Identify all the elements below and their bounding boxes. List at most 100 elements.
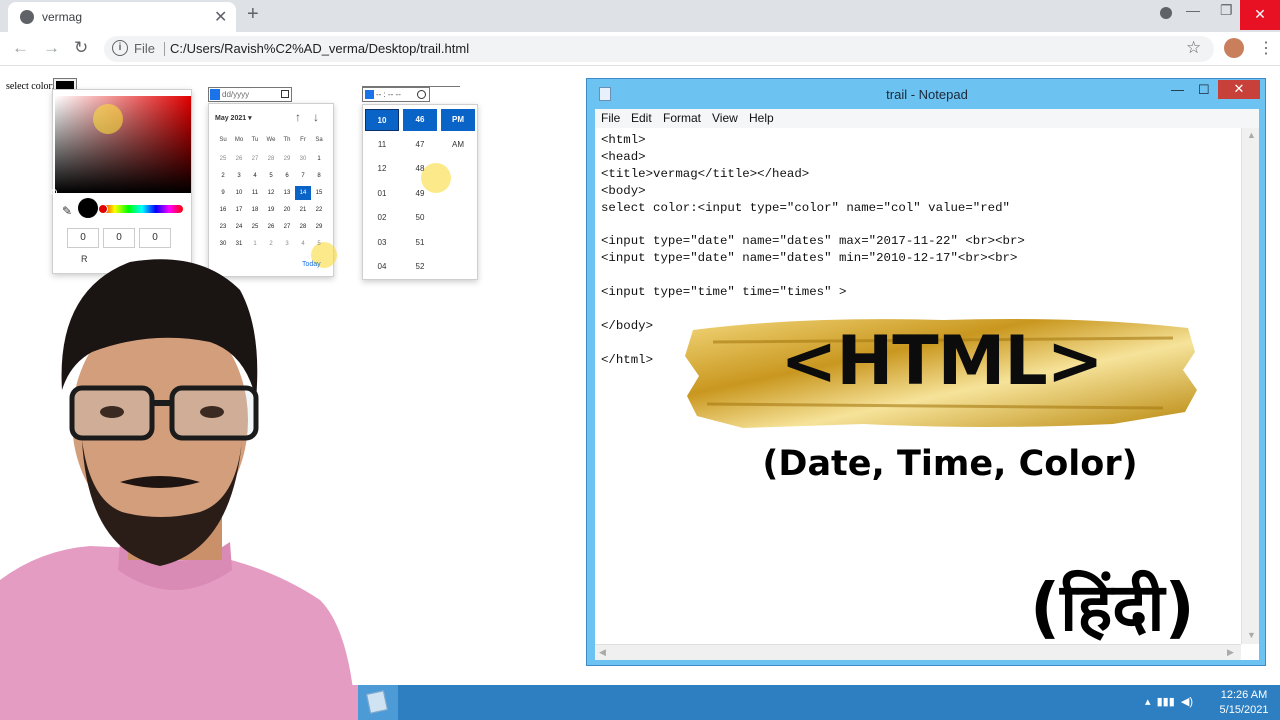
minute-option[interactable]: 49	[403, 183, 437, 205]
calendar-day[interactable]: 6	[279, 169, 295, 183]
hour-option[interactable]: 02	[365, 207, 399, 229]
minute-option[interactable]: 52	[403, 256, 437, 278]
scroll-left-icon[interactable]: ◀	[599, 647, 606, 658]
hour-option[interactable]: 03	[365, 232, 399, 254]
blue-value-field[interactable]: 0	[139, 228, 171, 248]
red-value-field[interactable]: 0	[67, 228, 99, 248]
calendar-day[interactable]: 21	[295, 203, 311, 217]
minimize-icon[interactable]: —	[1171, 82, 1184, 97]
hour-option[interactable]: 10	[365, 109, 399, 131]
calendar-icon[interactable]	[281, 90, 289, 98]
menu-file[interactable]: File	[601, 111, 620, 125]
calendar-day[interactable]: 19	[263, 203, 279, 217]
calendar-day[interactable]: 31	[231, 237, 247, 251]
restore-icon[interactable]: ❐	[1220, 2, 1233, 19]
calendar-day[interactable]: 1	[311, 152, 327, 166]
calendar-day[interactable]: 18	[247, 203, 263, 217]
close-icon[interactable]: ✕	[214, 7, 227, 27]
window-close-button[interactable]: ✕	[1240, 0, 1280, 30]
calendar-day[interactable]: 15	[311, 186, 327, 200]
hue-slider[interactable]	[101, 205, 183, 213]
minute-option[interactable]: 51	[403, 232, 437, 254]
calendar-day[interactable]: 10	[231, 186, 247, 200]
calendar-day[interactable]: 30	[295, 152, 311, 166]
month-selector[interactable]: May 2021 ▾	[215, 114, 252, 122]
avatar[interactable]	[1224, 38, 1244, 58]
calendar-day[interactable]: 27	[247, 152, 263, 166]
scroll-right-icon[interactable]: ▶	[1227, 647, 1234, 658]
calendar-day[interactable]: 5	[311, 237, 327, 251]
vertical-scrollbar[interactable]: ▲ ▼	[1241, 128, 1259, 644]
hour-option[interactable]: 12	[365, 158, 399, 180]
minimize-icon[interactable]: —	[1186, 2, 1200, 18]
info-icon[interactable]: i	[112, 40, 128, 56]
calendar-day[interactable]: 3	[279, 237, 295, 251]
minute-option[interactable]: 50	[403, 207, 437, 229]
menu-format[interactable]: Format	[663, 111, 701, 125]
arrow-down-icon[interactable]: ↓	[313, 110, 319, 124]
calendar-day[interactable]: 1	[247, 237, 263, 251]
calendar-day[interactable]: 20	[279, 203, 295, 217]
calendar-day[interactable]: 29	[279, 152, 295, 166]
star-icon[interactable]: ☆	[1186, 38, 1201, 58]
hour-option[interactable]: 04	[365, 256, 399, 278]
calendar-day[interactable]: 26	[231, 152, 247, 166]
calendar-day[interactable]: 28	[263, 152, 279, 166]
minute-option[interactable]: 48	[403, 158, 437, 180]
calendar-day[interactable]: 4	[295, 237, 311, 251]
hour-option[interactable]: 11	[365, 134, 399, 156]
hour-option[interactable]: 01	[365, 183, 399, 205]
calendar-day[interactable]: 3	[231, 169, 247, 183]
calendar-day[interactable]: 22	[311, 203, 327, 217]
calendar-day[interactable]: 27	[279, 220, 295, 234]
menu-view[interactable]: View	[712, 111, 738, 125]
calendar-day[interactable]: 25	[215, 152, 231, 166]
menu-edit[interactable]: Edit	[631, 111, 652, 125]
time-input[interactable]: -- : -- --	[362, 87, 430, 102]
taskbar-notepad-button[interactable]	[358, 685, 398, 720]
clock-icon[interactable]	[417, 90, 426, 99]
calendar-day[interactable]: 8	[311, 169, 327, 183]
system-tray[interactable]: ▴ ▮▮▮ ◀)	[1145, 695, 1193, 708]
calendar-day[interactable]: 13	[279, 186, 295, 200]
calendar-day[interactable]: 5	[263, 169, 279, 183]
reload-icon[interactable]: ↻	[74, 38, 88, 58]
calendar-day[interactable]: 12	[263, 186, 279, 200]
scroll-down-icon[interactable]: ▼	[1247, 630, 1256, 640]
url-text[interactable]: C:/Users/Ravish%C2%AD_verma/Desktop/trai…	[170, 41, 469, 56]
back-icon[interactable]: ←	[12, 38, 29, 58]
calendar-day[interactable]: 25	[247, 220, 263, 234]
calendar-day[interactable]: 7	[295, 169, 311, 183]
new-tab-button[interactable]: +	[247, 3, 259, 26]
arrow-up-icon[interactable]: ↑	[295, 110, 301, 124]
scroll-up-icon[interactable]: ▲	[1247, 130, 1256, 140]
green-value-field[interactable]: 0	[103, 228, 135, 248]
browser-tab[interactable]: vermag ✕	[8, 2, 236, 32]
calendar-day[interactable]: 26	[263, 220, 279, 234]
color-handle[interactable]	[51, 189, 57, 195]
hue-handle[interactable]	[98, 204, 108, 214]
calendar-day[interactable]: 2	[215, 169, 231, 183]
calendar-day[interactable]: 11	[247, 186, 263, 200]
calendar-day[interactable]: 2	[263, 237, 279, 251]
minute-option[interactable]: 47	[403, 134, 437, 156]
saturation-value-area[interactable]	[55, 96, 191, 193]
menu-icon[interactable]: ⋮	[1258, 38, 1274, 58]
calendar-day[interactable]: 29	[311, 220, 327, 234]
calendar-day[interactable]: 9	[215, 186, 231, 200]
address-bar[interactable]: i File C:/Users/Ravish%C2%AD_verma/Deskt…	[104, 36, 1214, 62]
profile-indicator-icon[interactable]	[1160, 7, 1172, 19]
clock[interactable]: 12:26 AM 5/15/2021	[1214, 688, 1274, 718]
calendar-day[interactable]: 23	[215, 220, 231, 234]
period-option[interactable]: PM	[441, 109, 475, 131]
close-button[interactable]: ✕	[1218, 80, 1260, 99]
eyedropper-icon[interactable]: ✎	[62, 204, 72, 218]
date-input[interactable]: dd/yyyy	[208, 87, 292, 102]
forward-icon[interactable]: →	[43, 38, 60, 58]
calendar-day[interactable]: 24	[231, 220, 247, 234]
minute-option[interactable]: 46	[403, 109, 437, 131]
calendar-day[interactable]: 4	[247, 169, 263, 183]
calendar-day[interactable]: 30	[215, 237, 231, 251]
maximize-icon[interactable]: ☐	[1198, 82, 1210, 98]
calendar-day[interactable]: 17	[231, 203, 247, 217]
